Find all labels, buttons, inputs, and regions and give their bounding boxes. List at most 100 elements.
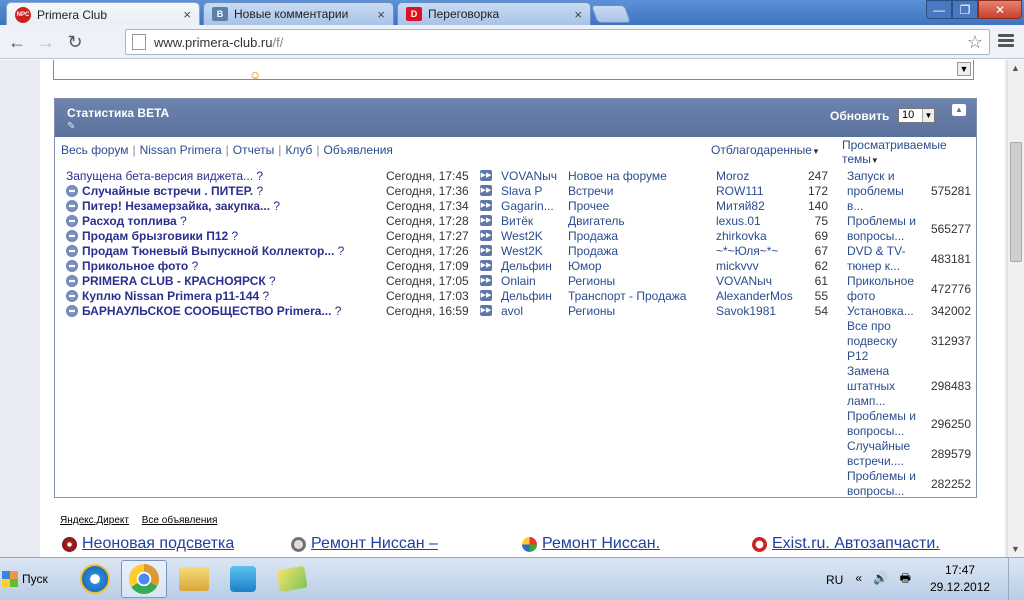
viewed-topic-link[interactable]: Случайные встречи.... bbox=[847, 439, 925, 469]
scroll-down-icon[interactable]: ▼ bbox=[1011, 544, 1020, 554]
topic-author[interactable]: Onlain bbox=[501, 274, 536, 288]
taskbar-ie[interactable] bbox=[72, 560, 118, 598]
thanked-header[interactable]: Отблагодаренные▼ bbox=[711, 143, 820, 157]
question-mark[interactable]: ? bbox=[256, 184, 263, 198]
close-tab-icon[interactable]: × bbox=[574, 7, 582, 22]
viewed-topic-link[interactable]: Проблемы и вопросы... bbox=[847, 214, 925, 244]
thanked-user[interactable]: VOVANыч bbox=[716, 274, 772, 288]
topic-category[interactable]: Двигатель bbox=[568, 214, 625, 228]
topic-link[interactable]: Случайные встречи . ПИТЕР. ? bbox=[66, 184, 263, 198]
viewed-topic-link[interactable]: Все про подвеску P12 bbox=[847, 319, 925, 364]
nav-ads[interactable]: Объявления bbox=[323, 143, 392, 157]
tab-new-comments[interactable]: B Новые комментарии × bbox=[203, 2, 394, 25]
topic-category[interactable]: Продажа bbox=[568, 244, 618, 258]
topic-author[interactable]: Дельфин bbox=[501, 289, 552, 303]
topic-link[interactable]: Расход топлива ? bbox=[66, 214, 187, 228]
question-mark[interactable]: ? bbox=[269, 274, 276, 288]
question-mark[interactable]: ? bbox=[273, 199, 280, 213]
question-mark[interactable]: ? bbox=[338, 244, 345, 258]
tab-peregovorka[interactable]: D Переговорка × bbox=[397, 2, 591, 25]
question-mark[interactable]: ? bbox=[335, 304, 342, 318]
topic-author[interactable]: VOVANыч bbox=[501, 169, 557, 183]
topic-author[interactable]: avol bbox=[501, 304, 523, 318]
question-mark[interactable]: ? bbox=[263, 289, 270, 303]
topic-category[interactable]: Юмор bbox=[568, 259, 602, 273]
all-ads-link[interactable]: Все объявления bbox=[142, 515, 218, 526]
nav-reports[interactable]: Отчеты bbox=[233, 143, 274, 157]
start-button[interactable]: Пуск bbox=[2, 566, 48, 592]
viewed-topic-link[interactable]: Проблемы и вопросы... bbox=[847, 409, 925, 439]
viewed-topic-link[interactable]: Установка... bbox=[847, 304, 925, 319]
refresh-count-select[interactable]: 10 ▼ bbox=[898, 108, 935, 123]
collapse-button[interactable]: ▲ bbox=[952, 104, 966, 116]
reload-button[interactable]: ↻ bbox=[64, 31, 86, 53]
go-to-last-icon[interactable]: ▶▶ bbox=[480, 245, 492, 256]
minimize-button[interactable]: — bbox=[926, 0, 952, 19]
topic-link[interactable]: Запущена бета-версия виджета... ? bbox=[66, 169, 263, 183]
address-bar[interactable]: www.primera-club.ru/f/ ☆ bbox=[125, 29, 990, 55]
ad-exist[interactable]: Exist.ru. Автозапчасти. bbox=[752, 535, 940, 553]
edit-icon[interactable]: ✎ bbox=[67, 121, 75, 132]
tray-icons[interactable]: « 🔊 🖶 bbox=[855, 569, 915, 590]
go-to-last-icon[interactable]: ▶▶ bbox=[480, 290, 492, 301]
thanked-user[interactable]: lexus.01 bbox=[716, 214, 761, 228]
yandex-direct-link[interactable]: Яндекс.Директ bbox=[60, 515, 129, 526]
dropdown-arrow-icon[interactable]: ▼ bbox=[957, 62, 971, 76]
thanked-user[interactable]: zhirkovka bbox=[716, 229, 767, 243]
question-mark[interactable]: ? bbox=[180, 214, 187, 228]
topic-author[interactable]: Дельфин bbox=[501, 259, 552, 273]
close-window-button[interactable]: ✕ bbox=[978, 0, 1022, 19]
topic-link[interactable]: Куплю Nissan Primera p11-144 ? bbox=[66, 289, 269, 303]
nav-all-forum[interactable]: Весь форум bbox=[61, 143, 128, 157]
topic-author[interactable]: Gagarin... bbox=[501, 199, 554, 213]
go-to-last-icon[interactable]: ▶▶ bbox=[480, 260, 492, 271]
topic-link[interactable]: Продам Тюневый Выпускной Коллектор... ? bbox=[66, 244, 344, 258]
question-mark[interactable]: ? bbox=[192, 259, 199, 273]
thanked-user[interactable]: ROW111 bbox=[716, 184, 764, 198]
topic-link[interactable]: Прикольное фото ? bbox=[66, 259, 198, 273]
taskbar-chrome[interactable] bbox=[121, 560, 167, 598]
topic-author[interactable]: West2K bbox=[501, 229, 543, 243]
thanked-user[interactable]: Митяй82 bbox=[716, 199, 765, 213]
topic-category[interactable]: Встречи bbox=[568, 184, 613, 198]
bookmark-star-icon[interactable]: ☆ bbox=[967, 32, 983, 53]
ad-nissan-repair-2[interactable]: Ремонт Ниссан. bbox=[522, 535, 660, 553]
topic-link[interactable]: PRIMERA CLUB - КРАСНОЯРСК ? bbox=[66, 274, 276, 288]
language-indicator[interactable]: RU bbox=[826, 573, 843, 587]
topic-category[interactable]: Продажа bbox=[568, 229, 618, 243]
go-to-last-icon[interactable]: ▶▶ bbox=[480, 305, 492, 316]
clock[interactable]: 17:47 29.12.2012 bbox=[930, 562, 990, 596]
topic-category[interactable]: Прочее bbox=[568, 199, 609, 213]
topic-author[interactable]: Витёк bbox=[501, 214, 533, 228]
go-to-last-icon[interactable]: ▶▶ bbox=[480, 230, 492, 241]
scroll-thumb[interactable] bbox=[1010, 142, 1022, 262]
question-mark[interactable]: ? bbox=[232, 229, 239, 243]
topic-author[interactable]: Slava P bbox=[501, 184, 542, 198]
ad-nissan-repair[interactable]: Ремонт Ниссан – bbox=[291, 535, 438, 553]
scroll-up-icon[interactable]: ▲ bbox=[1011, 63, 1020, 73]
viewed-header[interactable]: Просматриваемые темы▼ bbox=[842, 138, 947, 168]
restore-button[interactable]: ❐ bbox=[952, 0, 978, 19]
go-to-last-icon[interactable]: ▶▶ bbox=[480, 275, 492, 286]
viewed-topic-link[interactable]: Прикольное фото bbox=[847, 274, 925, 304]
taskbar-explorer[interactable] bbox=[171, 560, 217, 598]
nav-nissan-primera[interactable]: Nissan Primera bbox=[140, 143, 222, 157]
topic-category[interactable]: Регионы bbox=[568, 274, 615, 288]
show-desktop-button[interactable] bbox=[1008, 558, 1024, 600]
forward-button[interactable]: → bbox=[35, 31, 57, 53]
chrome-menu-icon[interactable] bbox=[998, 32, 1014, 52]
topic-link[interactable]: БАРНАУЛЬСКОЕ СООБЩЕСТВО Primera... ? bbox=[66, 304, 341, 318]
go-to-last-icon[interactable]: ▶▶ bbox=[480, 215, 492, 226]
close-tab-icon[interactable]: × bbox=[377, 7, 385, 22]
topic-category[interactable]: Транспорт - Продажа bbox=[568, 289, 686, 303]
topic-author[interactable]: West2K bbox=[501, 244, 543, 258]
page-scrollbar[interactable]: ▲ ▼ bbox=[1007, 60, 1024, 557]
topic-link[interactable]: Питер! Незамерзайка, закупка... ? bbox=[66, 199, 280, 213]
topic-category[interactable]: Регионы bbox=[568, 304, 615, 318]
topic-category[interactable]: Новое на форуме bbox=[568, 169, 667, 183]
nav-club[interactable]: Клуб bbox=[285, 143, 312, 157]
viewed-topic-link[interactable]: DVD & TV-тюнер к... bbox=[847, 244, 925, 274]
thanked-user[interactable]: Moroz bbox=[716, 169, 749, 183]
go-to-last-icon[interactable]: ▶▶ bbox=[480, 170, 492, 181]
viewed-topic-link[interactable]: Запуск и проблемы в... bbox=[847, 169, 925, 214]
